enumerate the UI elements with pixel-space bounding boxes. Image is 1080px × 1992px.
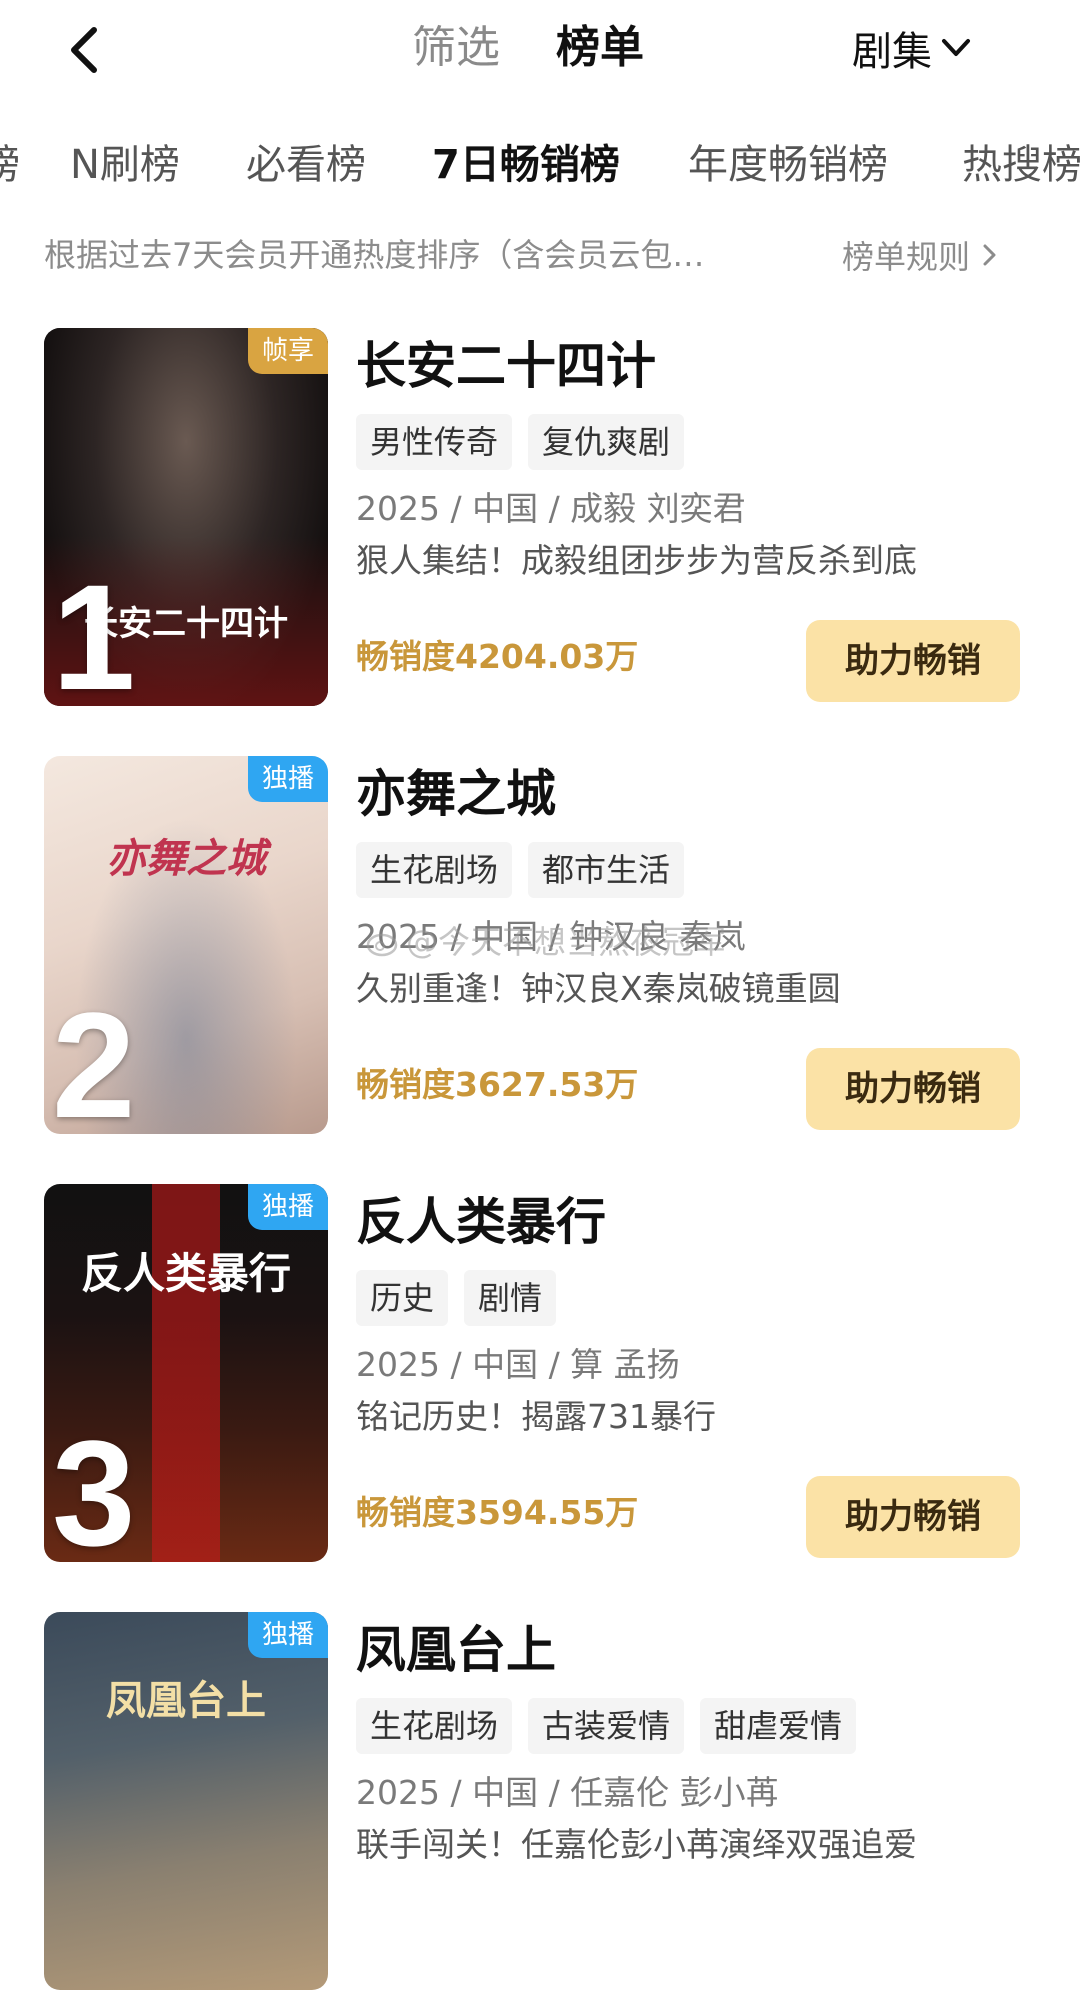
list-item[interactable]: 反人类暴行 3 独播 反人类暴行 历史 剧情 2025 / 中国 / 算 孟扬 … xyxy=(0,1184,1080,1564)
tag[interactable]: 生花剧场 xyxy=(356,842,513,898)
poster-image[interactable]: 长安二十四计 1 帧享 xyxy=(44,328,328,706)
item-title[interactable]: 亦舞之城 xyxy=(356,762,556,826)
tab-ranking[interactable]: 榜单 xyxy=(556,18,644,78)
item-title[interactable]: 反人类暴行 xyxy=(356,1190,606,1254)
watermark: @今天不想当熬夜冠军 xyxy=(366,920,726,964)
poster-title-text: 凤凰台上 xyxy=(106,1677,266,1724)
tag[interactable]: 剧情 xyxy=(464,1270,557,1326)
chevron-down-icon xyxy=(942,39,970,56)
poster-title-text: 反人类暴行 xyxy=(80,1249,291,1298)
tag[interactable]: 复仇爽剧 xyxy=(528,414,685,470)
sales-score: 畅销度3594.55万 xyxy=(356,1493,639,1532)
item-title[interactable]: 长安二十四计 xyxy=(356,334,656,398)
sales-score: 畅销度4204.03万 xyxy=(356,637,639,676)
item-meta: 2025 / 中国 / 算 孟扬 xyxy=(356,1345,680,1384)
poster-image[interactable]: 凤凰台上 独播 xyxy=(44,1612,328,1990)
tab-7day-bestseller[interactable]: 7日畅销榜 xyxy=(432,130,620,200)
boost-sales-button[interactable]: 助力畅销 xyxy=(806,620,1020,702)
status-badge: 独播 xyxy=(247,756,328,802)
content-type-label: 剧集 xyxy=(852,29,932,75)
content-type-dropdown[interactable]: 剧集 xyxy=(852,18,974,78)
poster-title-text: 亦舞之城 xyxy=(106,835,266,882)
tag[interactable]: 都市生活 xyxy=(528,842,685,898)
tag[interactable]: 男性传奇 xyxy=(356,414,513,470)
tag[interactable]: 生花剧场 xyxy=(356,1698,513,1754)
rank-number: 1 xyxy=(52,553,136,706)
tag[interactable]: 古装爱情 xyxy=(528,1698,685,1754)
ranking-rules-link[interactable]: 榜单规则 xyxy=(842,230,1002,280)
tag-list: 生花剧场 都市生活 xyxy=(356,842,700,898)
weibo-icon xyxy=(366,933,398,957)
chevron-right-icon xyxy=(983,244,996,266)
ranking-description: 根据过去7天会员开通热度排序（含会员云包… xyxy=(44,236,705,274)
watermark-text: @今天不想当熬夜冠军 xyxy=(406,923,727,961)
item-info: 长安二十四计 男性传奇 复仇爽剧 2025 / 中国 / 成毅 刘奕君 狠人集结… xyxy=(356,328,1046,706)
item-title[interactable]: 凤凰台上 xyxy=(356,1618,556,1682)
item-meta: 2025 / 中国 / 任嘉伦 彭小苒 xyxy=(356,1773,779,1812)
tag-list: 生花剧场 古装爱情 甜虐爱情 xyxy=(356,1698,872,1754)
tab-annual-bestseller[interactable]: 年度畅销榜 xyxy=(688,130,888,200)
status-badge: 独播 xyxy=(247,1184,328,1230)
top-bar: 筛选 榜单 剧集 xyxy=(0,0,1080,100)
item-description: 铭记历史！揭露731暴行 xyxy=(356,1397,716,1436)
tab-must-watch[interactable]: 必看榜 xyxy=(246,130,366,200)
item-description: 久别重逢！钟汉良X秦岚破镜重圆 xyxy=(356,969,841,1008)
item-info: 凤凰台上 生花剧场 古装爱情 甜虐爱情 2025 / 中国 / 任嘉伦 彭小苒 … xyxy=(356,1612,1046,1990)
tab-partial[interactable]: 榜 xyxy=(0,130,20,200)
boost-sales-button[interactable]: 助力畅销 xyxy=(806,1476,1020,1558)
item-description: 联手闯关！任嘉伦彭小苒演绎双强追爱 xyxy=(356,1825,917,1864)
tag[interactable]: 历史 xyxy=(356,1270,449,1326)
tag-list: 男性传奇 复仇爽剧 xyxy=(356,414,700,470)
item-description: 狠人集结！成毅组团步步为营反杀到底 xyxy=(356,541,917,580)
tab-n-rewatch[interactable]: N刷榜 xyxy=(70,130,180,200)
poster-image[interactable]: 亦舞之城 2 独播 xyxy=(44,756,328,1134)
item-info: 反人类暴行 历史 剧情 2025 / 中国 / 算 孟扬 铭记历史！揭露731暴… xyxy=(356,1184,1046,1562)
rank-number: 2 xyxy=(52,981,136,1134)
chevron-left-icon xyxy=(71,27,97,73)
ranking-tabs: 榜 N刷榜 必看榜 7日畅销榜 年度畅销榜 热搜榜 xyxy=(0,130,1080,200)
tab-filter[interactable]: 筛选 xyxy=(412,18,500,78)
tag-list: 历史 剧情 xyxy=(356,1270,572,1326)
back-button[interactable] xyxy=(56,20,116,80)
boost-sales-button[interactable]: 助力畅销 xyxy=(806,1048,1020,1130)
item-meta: 2025 / 中国 / 成毅 刘奕君 xyxy=(356,489,746,528)
list-item[interactable]: 凤凰台上 独播 凤凰台上 生花剧场 古装爱情 甜虐爱情 2025 / 中国 / … xyxy=(0,1612,1080,1992)
rank-number: 3 xyxy=(52,1409,136,1562)
tab-hot-search[interactable]: 热搜榜 xyxy=(962,130,1080,200)
list-item[interactable]: 长安二十四计 1 帧享 长安二十四计 男性传奇 复仇爽剧 2025 / 中国 /… xyxy=(0,328,1080,708)
ranking-rules-label: 榜单规则 xyxy=(842,238,971,276)
sales-score: 畅销度3627.53万 xyxy=(356,1065,639,1104)
status-badge: 帧享 xyxy=(247,328,328,374)
tag[interactable]: 甜虐爱情 xyxy=(700,1698,857,1754)
status-badge: 独播 xyxy=(247,1612,328,1658)
poster-image[interactable]: 反人类暴行 3 独播 xyxy=(44,1184,328,1562)
